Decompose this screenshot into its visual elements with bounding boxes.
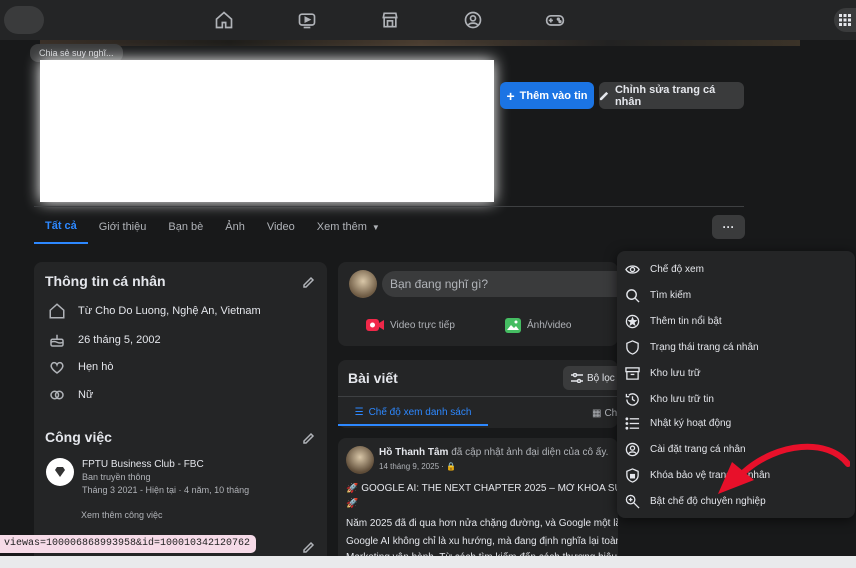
post-card: Hồ Thanh Tâm đã cập nhật ảnh đại diện củ… bbox=[338, 438, 618, 568]
avatar[interactable] bbox=[346, 446, 374, 474]
lock-shield-icon bbox=[626, 467, 639, 483]
live-video-button[interactable]: Video trực tiếp bbox=[366, 318, 455, 332]
post-text-line: 🚀 bbox=[346, 498, 359, 509]
profile-tabs: Tất cả Giới thiệu Bạn bè Ảnh Video Xem t… bbox=[34, 210, 391, 246]
red-annotation-arrow bbox=[718, 443, 850, 494]
heart-icon bbox=[50, 361, 64, 374]
post-text-line: Năm 2025 đã đi qua hơn nửa chặng đường, … bbox=[346, 518, 618, 529]
shield-icon bbox=[626, 339, 639, 355]
eye-icon bbox=[625, 264, 640, 274]
job-period: Tháng 3 2021 - Hiện tại · 4 năm, 10 thán… bbox=[82, 485, 250, 495]
caret-down-icon: ▼ bbox=[371, 222, 380, 232]
cover-photo bbox=[40, 40, 800, 46]
post-composer: Bạn đang nghĩ gì? Video trực tiếp Ảnh/vi… bbox=[338, 262, 618, 346]
tab-videos[interactable]: Video bbox=[256, 210, 306, 244]
star-badge-icon bbox=[625, 314, 640, 328]
marketplace-icon[interactable] bbox=[378, 8, 402, 32]
avatar[interactable] bbox=[349, 270, 377, 298]
professional-mode-icon bbox=[625, 494, 640, 509]
menu-item-profile-status[interactable]: Trạng thái trang cá nhân bbox=[625, 336, 759, 358]
photo-icon bbox=[505, 318, 521, 333]
home-icon[interactable] bbox=[212, 8, 236, 32]
history-icon bbox=[625, 392, 639, 406]
top-navigation-bar bbox=[0, 0, 856, 40]
pencil-icon bbox=[599, 91, 609, 101]
post-date[interactable]: 14 tháng 9, 2025 · 🔒 bbox=[379, 462, 456, 471]
filter-icon bbox=[571, 373, 583, 383]
photo-video-button[interactable]: Ảnh/video bbox=[505, 318, 571, 333]
post-text-line: 🚀 GOOGLE AI: THE NEXT CHAPTER 2025 – MỞ … bbox=[346, 483, 618, 494]
tab-see-more[interactable]: Xem thêm ▼ bbox=[306, 210, 391, 244]
grid-view-tab[interactable]: ▦ Ch bbox=[592, 400, 617, 426]
more-options-button[interactable]: ··· bbox=[712, 215, 745, 239]
cake-icon bbox=[50, 334, 64, 347]
edit-work-pencil-icon[interactable] bbox=[302, 431, 316, 445]
plus-icon: + bbox=[506, 87, 515, 104]
groups-icon[interactable] bbox=[461, 8, 485, 32]
menu-item-story-archive[interactable]: Kho lưu trữ tin bbox=[625, 388, 714, 410]
menu-item-archive[interactable]: Kho lưu trữ bbox=[625, 362, 701, 384]
tab-friends[interactable]: Bạn bè bbox=[157, 210, 214, 244]
post-author-line: Hồ Thanh Tâm đã cập nhật ảnh đại diện củ… bbox=[379, 447, 609, 458]
filter-button[interactable]: Bộ lọc bbox=[563, 366, 618, 390]
tab-about[interactable]: Giới thiệu bbox=[88, 210, 158, 244]
list-view-tab[interactable]: ☰ Chế độ xem danh sách bbox=[338, 400, 488, 426]
list-icon bbox=[625, 416, 640, 430]
add-story-button[interactable]: + Thêm vào tin bbox=[500, 82, 594, 109]
menu-item-search[interactable]: Tìm kiếm bbox=[625, 284, 691, 306]
job-name: FPTU Business Club - FBC bbox=[82, 459, 204, 470]
search-icon bbox=[626, 288, 640, 303]
video-icon[interactable] bbox=[295, 8, 319, 32]
posts-title: Bài viết bbox=[348, 370, 398, 386]
facebook-logo-blurred[interactable] bbox=[4, 6, 44, 34]
work-title: Công việc bbox=[45, 429, 112, 445]
grid-icon: ▦ bbox=[592, 407, 602, 419]
edit-profile-button[interactable]: Chỉnh sửa trang cá nhân bbox=[599, 82, 744, 109]
intro-hometown: Từ Cho Do Luong, Nghệ An, Vietnam bbox=[48, 302, 261, 320]
live-video-icon bbox=[366, 319, 384, 331]
archive-icon bbox=[625, 366, 640, 380]
post-author[interactable]: Hồ Thanh Tâm bbox=[379, 447, 448, 458]
header-divider bbox=[34, 206, 744, 207]
job-role: Ban truyền thông bbox=[82, 472, 151, 482]
redacted-profile-area bbox=[40, 60, 494, 202]
diamond-logo-icon bbox=[46, 458, 74, 486]
edit-intro-pencil-icon[interactable] bbox=[302, 275, 316, 289]
intro-birthday: 26 tháng 5, 2002 bbox=[48, 331, 161, 349]
list-icon: ☰ bbox=[354, 406, 364, 418]
composer-input[interactable]: Bạn đang nghĩ gì? bbox=[382, 271, 618, 297]
status-url: viewas=100006868993958&id=10001034212076… bbox=[0, 535, 256, 553]
gaming-icon[interactable] bbox=[543, 8, 567, 32]
gender-icon bbox=[50, 390, 64, 400]
menu-item-view-as[interactable]: Chế độ xem bbox=[625, 258, 704, 280]
intro-title: Thông tin cá nhân bbox=[45, 273, 166, 289]
lock-icon: 🔒 bbox=[446, 462, 457, 471]
tab-all[interactable]: Tất cả bbox=[34, 210, 88, 244]
job-entry[interactable]: FPTU Business Club - FBC Ban truyền thôn… bbox=[46, 458, 249, 497]
tab-photos[interactable]: Ảnh bbox=[214, 210, 256, 244]
see-more-work-link[interactable]: Xem thêm công việc bbox=[81, 510, 163, 520]
intro-card: Thông tin cá nhân Từ Cho Do Luong, Nghệ … bbox=[34, 262, 327, 568]
menu-grid-icon[interactable] bbox=[834, 8, 856, 32]
profile-settings-icon bbox=[625, 442, 640, 456]
menu-item-add-highlight[interactable]: Thêm tin nổi bật bbox=[625, 310, 722, 332]
bottom-strip bbox=[0, 556, 856, 568]
posts-divider bbox=[338, 396, 618, 397]
pencil-icon[interactable] bbox=[302, 540, 316, 554]
post-text-line: Google AI không chỉ là xu hướng, mà đang… bbox=[346, 536, 618, 547]
menu-item-activity-log[interactable]: Nhật ký hoạt động bbox=[625, 412, 731, 434]
intro-relationship: Hẹn hò bbox=[48, 358, 113, 376]
posts-header-card: Bài viết Bộ lọc ☰ Chế độ xem danh sách ▦… bbox=[338, 360, 618, 428]
intro-gender: Nữ bbox=[48, 386, 93, 404]
home-icon bbox=[49, 303, 65, 319]
